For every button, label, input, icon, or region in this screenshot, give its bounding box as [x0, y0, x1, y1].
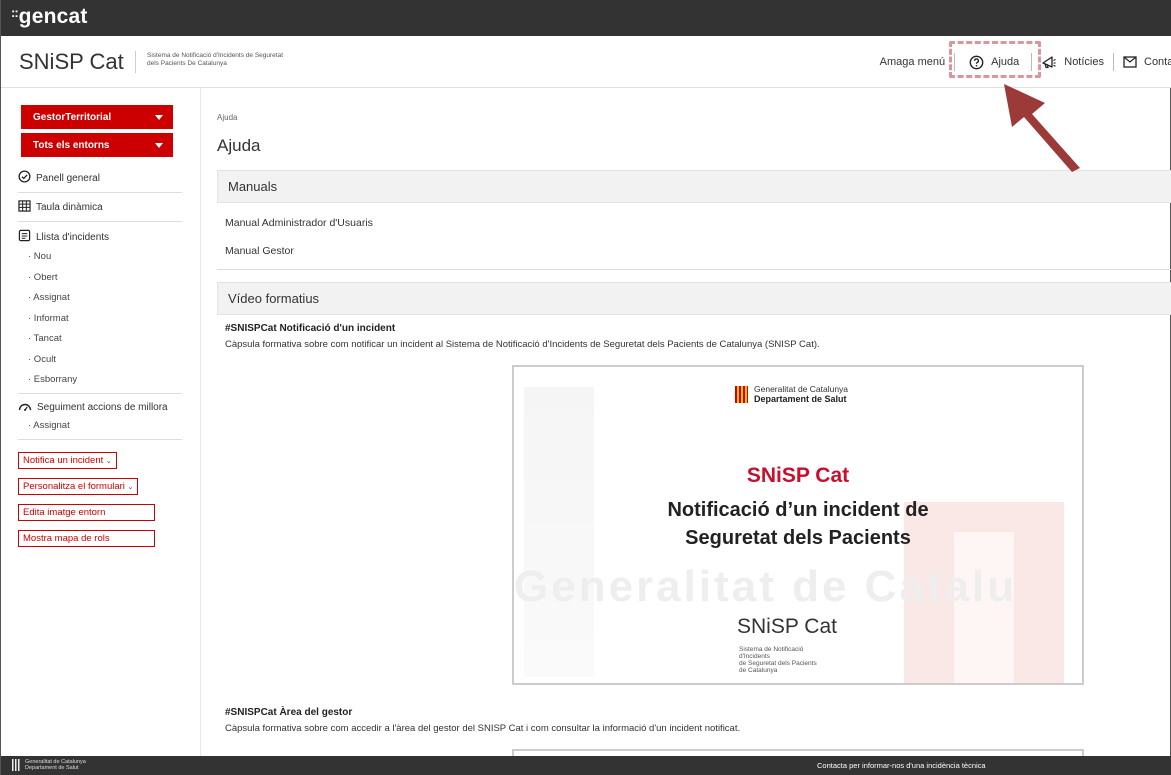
videos-heading: Vídeo formatius — [228, 291, 320, 306]
contact-button[interactable]: Contacte — [1114, 52, 1171, 72]
thumbnail-brand-sub-line: de Catalunya — [739, 667, 778, 674]
video-description: Càpsula formativa sobre com notificar un… — [225, 339, 820, 350]
manual-link-manager[interactable]: Manual Gestor — [225, 245, 294, 257]
environment-select[interactable]: Tots els entorns — [21, 133, 173, 157]
sidebar-item-label: Seguiment accions de millora — [37, 402, 168, 413]
sidebar-subitem-nou[interactable]: · Nou — [18, 247, 182, 268]
sidebar-subitem-assignat[interactable]: · Assignat — [18, 288, 182, 309]
breadcrumb[interactable]: Ajuda — [217, 113, 237, 122]
gencat-logo[interactable]: ::gencat — [11, 5, 88, 29]
footer-department-name: Departament de Salut — [25, 765, 79, 771]
department-name: Departament de Salut — [754, 394, 847, 404]
list-document-icon — [18, 229, 31, 245]
thumbnail-brand-sub-line: de Seguretat dels Pacients — [739, 660, 817, 667]
help-button[interactable]: Ajuda — [955, 52, 1031, 72]
chevron-down-icon: ⌄ — [105, 458, 112, 465]
megaphone-icon — [1041, 54, 1057, 70]
caret-down-icon — [155, 114, 163, 120]
sidebar: GestorTerritorial Tots els entorns Panel… — [1, 88, 201, 756]
brand-divider — [135, 51, 136, 73]
video-title: #SNISPCat Àrea del gestor — [225, 707, 353, 718]
sidebar-subitem-ocult[interactable]: · Ocult — [18, 350, 182, 371]
thumbnail-subtitle-line2: Seguretat dels Pacients — [685, 527, 911, 549]
gauge-icon — [18, 401, 32, 415]
technical-incident-contact-link[interactable]: Contacta per informar-nos d'una incidènc… — [817, 761, 986, 770]
check-circle-icon — [18, 170, 31, 186]
role-select-value: GestorTerritorial — [33, 111, 112, 123]
app-brand[interactable]: SNiSP Cat — [19, 49, 124, 75]
sidebar-item-label: Panell general — [36, 172, 100, 184]
show-roles-map-label: Mostra mapa de rols — [23, 533, 110, 544]
footer-government-logo[interactable]: Generalitat de Catalunya Departament de … — [12, 759, 86, 771]
video-player-thumbnail[interactable]: Generalitat de Catalu Generalitat de Cat… — [512, 365, 1084, 685]
thumbnail-subtitle-line1: Notificació d’un incident de — [667, 499, 929, 521]
contact-label: Contacte — [1144, 56, 1171, 68]
gencat-topbar: ::gencat — [1, 0, 1171, 36]
videos-panel-header: Vídeo formatius — [217, 282, 1171, 315]
help-label: Ajuda — [991, 56, 1020, 68]
catalan-flag-icon — [735, 386, 748, 403]
thumbnail-title: SNiSP Cat — [746, 464, 850, 487]
video-description: Càpsula formativa sobre com accedir a l'… — [225, 723, 741, 734]
environment-select-value: Tots els entorns — [33, 139, 110, 151]
sidebar-item-label: Taula dinàmica — [36, 202, 103, 213]
notify-incident-button[interactable]: Notifica un incident ⌄ — [18, 452, 117, 469]
video-player-thumbnail[interactable] — [512, 749, 1084, 756]
sidebar-item-label: Llista d'incidents — [36, 231, 110, 243]
sidebar-subitem-esborrany[interactable]: · Esborrany — [18, 370, 182, 391]
incident-state-list: · Nou · Obert · Assignat · Informat · Ta… — [18, 247, 182, 394]
brand-subtitle-line1: Sistema de Notificació d'Incidents de Se… — [147, 52, 284, 59]
page-title: Ajuda — [217, 136, 261, 155]
news-button[interactable]: Notícies — [1032, 52, 1113, 72]
caret-down-icon — [155, 142, 163, 148]
header-nav: Amaga menú Ajuda Notícies Contacte — [871, 36, 1171, 88]
gencat-logo-text: gencat — [18, 5, 88, 28]
government-name: Generalitat de Catalunya — [754, 384, 849, 394]
catalan-flag-icon — [12, 759, 21, 771]
help-icon — [969, 55, 984, 70]
thumbnail-brand-sub-line: Sistema de Notificació d'Incidents — [739, 646, 804, 660]
video-title: #SNISPCat Notificació d'un incident — [225, 323, 396, 334]
hide-menu-button[interactable]: Amaga menú — [871, 52, 954, 72]
chevron-down-icon: ⌄ — [127, 484, 134, 491]
edit-environment-image-label: Edita imatge entorn — [23, 507, 106, 518]
notify-incident-label: Notifica un incident — [23, 455, 104, 466]
sidebar-item-general-panel[interactable]: Panell general — [18, 163, 182, 193]
sidebar-subitem-tancat[interactable]: · Tancat — [18, 329, 182, 350]
thumbnail-background-watermark: Generalitat de Catalu — [514, 562, 1018, 611]
show-roles-map-button[interactable]: Mostra mapa de rols — [18, 530, 155, 547]
edit-environment-image-button[interactable]: Edita imatge entorn — [18, 504, 155, 521]
manuals-heading: Manuals — [228, 179, 278, 194]
improvement-state-list: · Assignat — [18, 416, 182, 440]
app-header: SNiSP Cat Sistema de Notificació d'Incid… — [1, 36, 1171, 88]
brand-subtitle-line2: dels Pacients De Catalunya — [147, 60, 227, 67]
gencat-logo-mark: :: — [11, 5, 19, 20]
customize-form-button[interactable]: Personalitza el formulari ⌄ — [18, 478, 139, 495]
sidebar-item-pivot-table[interactable]: Taula dinàmica — [18, 193, 182, 222]
table-icon — [18, 200, 31, 215]
customize-form-label: Personalitza el formulari — [23, 481, 125, 492]
sidebar-subitem-informat[interactable]: · Informat — [18, 309, 182, 330]
thumbnail-brand: SNiSP Cat — [737, 615, 837, 638]
main-content: Ajuda Ajuda Manuals Manual Administrador… — [201, 88, 1171, 756]
manuals-panel-header: Manuals — [217, 170, 1171, 203]
news-label: Notícies — [1064, 56, 1104, 68]
sidebar-subitem-obert[interactable]: · Obert — [18, 268, 182, 289]
divider — [217, 269, 1171, 270]
manual-link-admin-users[interactable]: Manual Administrador d'Usuaris — [225, 217, 373, 229]
role-select[interactable]: GestorTerritorial — [21, 105, 173, 129]
sidebar-item-incident-list[interactable]: Llista d'incidents — [18, 222, 182, 247]
sidebar-item-improvement-actions[interactable]: Seguiment accions de millora — [18, 394, 182, 416]
footer: Generalitat de Catalunya Departament de … — [1, 756, 1171, 775]
mail-icon — [1123, 56, 1137, 68]
app-brand-subtitle: Sistema de Notificació d'Incidents de Se… — [147, 52, 347, 68]
sidebar-subitem-improvement-assignat[interactable]: · Assignat — [18, 416, 182, 437]
thumbnail-brand-subtitle: Sistema de Notificació d'Incidents de Se… — [739, 646, 829, 674]
hide-menu-label: Amaga menú — [879, 56, 946, 68]
government-logo: Generalitat de Catalunya Departament de … — [735, 385, 848, 404]
